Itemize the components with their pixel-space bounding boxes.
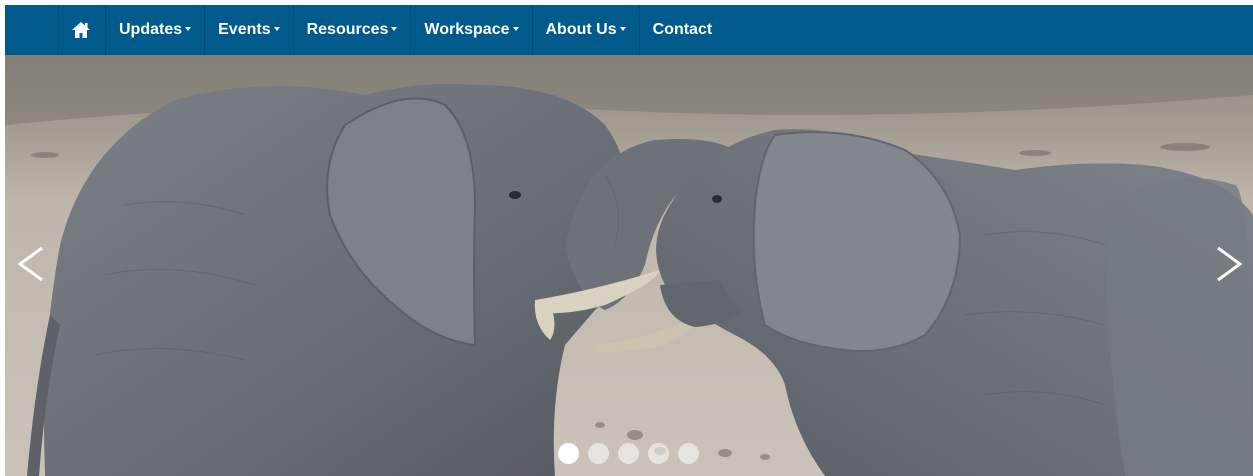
nav-item-workspace[interactable]: Workspace [410,5,531,55]
carousel-indicator-2[interactable] [588,443,609,464]
nav-item-label: Events [218,21,271,38]
caret-down-icon [619,27,626,31]
carousel-indicator-1[interactable] [558,443,579,464]
carousel-indicators [558,443,699,464]
nav-item-contact[interactable]: Contact [638,5,726,55]
carousel-indicator-4[interactable] [648,443,669,464]
nav-item-events[interactable]: Events [204,5,292,55]
main-navbar: Updates Events Resources Workspace About… [5,5,1253,55]
nav-item-label: Resources [306,21,389,38]
carousel-prev-button[interactable] [12,240,52,288]
caret-down-icon [185,27,192,31]
chevron-left-icon [17,246,43,282]
caret-down-icon [273,27,280,31]
carousel-indicator-5[interactable] [678,443,699,464]
hero-carousel [5,55,1253,476]
carousel-indicator-3[interactable] [618,443,639,464]
nav-item-label: Contact [652,21,713,38]
nav-item-about-us[interactable]: About Us [531,5,639,55]
nav-item-label: Workspace [424,21,510,38]
nav-item-updates[interactable]: Updates [105,5,204,55]
nav-item-label: About Us [545,21,617,38]
nav-item-label: Updates [119,21,183,38]
nav-home-link[interactable] [58,5,105,55]
home-icon [72,22,90,38]
nav-item-resources[interactable]: Resources [292,5,411,55]
carousel-slide-image [5,55,1253,476]
caret-down-icon [512,27,519,31]
carousel-next-button[interactable] [1208,240,1248,288]
page: Updates Events Resources Workspace About… [0,0,1253,476]
chevron-right-icon [1217,246,1243,282]
nav-list: Updates Events Resources Workspace About… [58,5,725,55]
caret-down-icon [391,27,398,31]
